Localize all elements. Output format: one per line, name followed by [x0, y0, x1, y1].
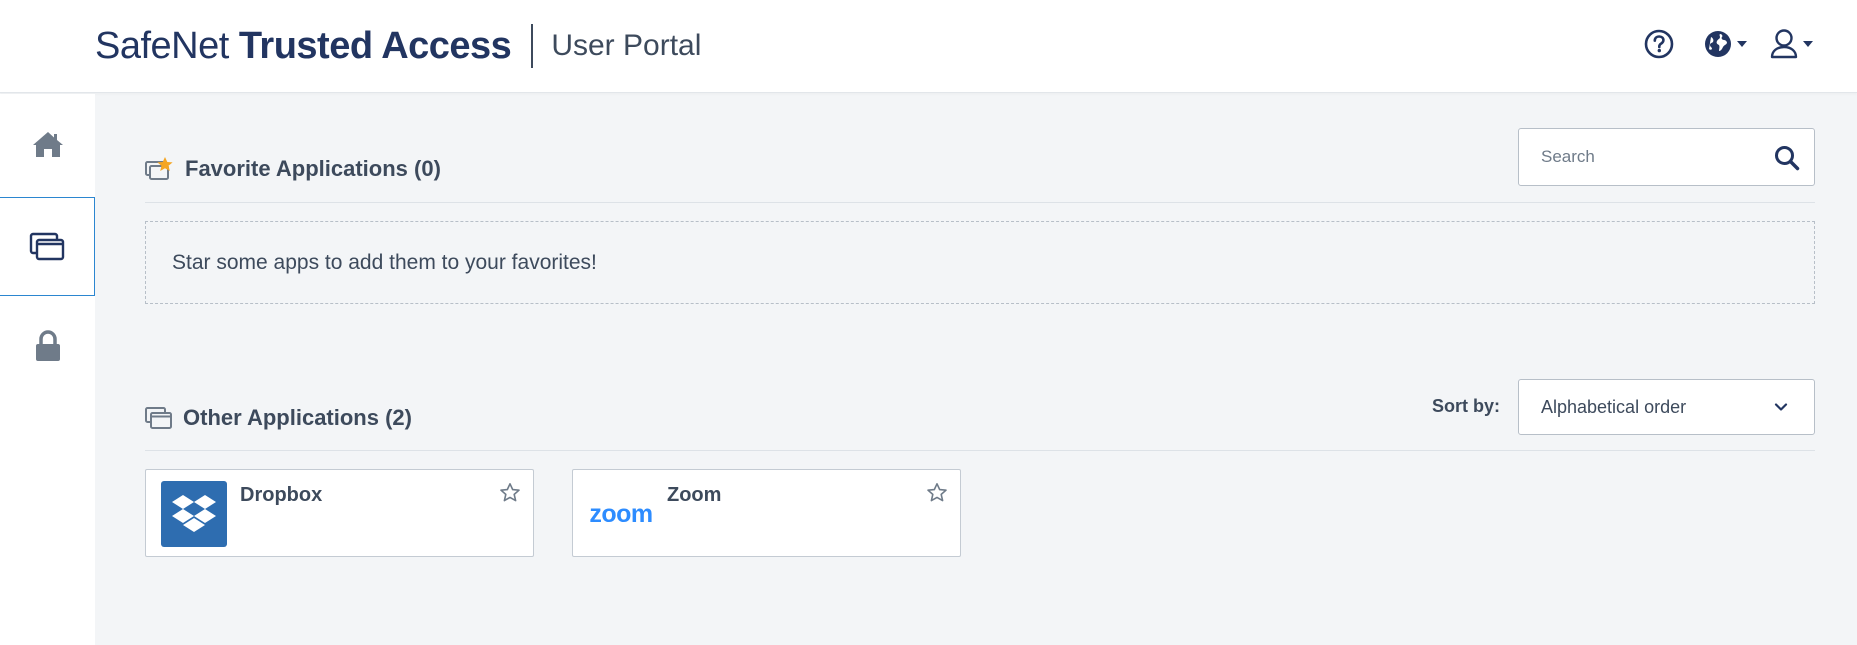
other-apps-divider	[145, 450, 1815, 451]
user-icon	[1770, 29, 1798, 59]
user-menu[interactable]	[1769, 28, 1813, 60]
favorites-heading: Favorite Applications (0)	[145, 156, 441, 182]
favorite-star-button[interactable]	[926, 482, 948, 509]
other-apps-title: Other Applications (2)	[183, 405, 412, 430]
search-box	[1518, 128, 1815, 186]
app-name: Dropbox	[240, 484, 323, 506]
language-menu[interactable]	[1703, 29, 1747, 59]
chevron-down-icon	[1774, 403, 1788, 411]
search-input[interactable]	[1541, 147, 1761, 167]
help-icon	[1644, 29, 1674, 59]
favorites-title: Favorite Applications (0)	[185, 156, 441, 181]
brand-name: SafeNet	[95, 24, 229, 67]
sidebar-item-home[interactable]	[0, 94, 95, 193]
brand-product: Trusted Access	[238, 24, 512, 67]
favorites-empty-message: Star some apps to add them to your favor…	[172, 250, 597, 274]
sort-value: Alphabetical order	[1541, 396, 1687, 417]
favorite-apps-icon	[145, 156, 175, 182]
search-icon	[1775, 146, 1800, 171]
top-bar: SafeNet Trusted Access User Portal	[0, 0, 1857, 93]
portal-title: User Portal	[551, 29, 702, 62]
windows-icon	[29, 232, 65, 260]
help-button[interactable]	[1643, 28, 1675, 60]
app-card-zoom[interactable]: zoom Zoom	[572, 469, 961, 557]
favorites-empty-state: Star some apps to add them to your favor…	[145, 221, 1815, 304]
app-name: Zoom	[667, 484, 722, 506]
dropbox-logo	[161, 481, 227, 547]
sidebar-item-security[interactable]	[0, 296, 95, 395]
app-card-dropbox[interactable]: Dropbox	[145, 469, 534, 557]
lock-icon	[35, 329, 60, 361]
brand-divider	[531, 24, 534, 68]
sidebar	[0, 94, 95, 645]
search-button[interactable]	[1774, 145, 1800, 176]
favorite-star-button[interactable]	[499, 482, 521, 509]
globe-icon	[1705, 31, 1731, 57]
favorites-divider	[145, 202, 1815, 203]
star-icon	[500, 483, 520, 502]
chevron-down-icon	[1803, 41, 1813, 47]
sort-label: Sort by:	[1432, 396, 1501, 416]
sidebar-item-applications[interactable]	[0, 197, 95, 296]
chevron-down-icon	[1737, 41, 1747, 47]
home-icon	[32, 131, 63, 157]
zoom-logo: zoom	[589, 499, 653, 528]
star-icon	[927, 483, 947, 502]
header-actions	[1643, 24, 1813, 64]
brand-logo[interactable]: SafeNet Trusted Access User Portal	[95, 24, 701, 68]
windows-icon	[145, 406, 173, 430]
sort-select[interactable]: Alphabetical order	[1518, 379, 1815, 435]
other-apps-heading: Other Applications (2)	[145, 405, 412, 431]
